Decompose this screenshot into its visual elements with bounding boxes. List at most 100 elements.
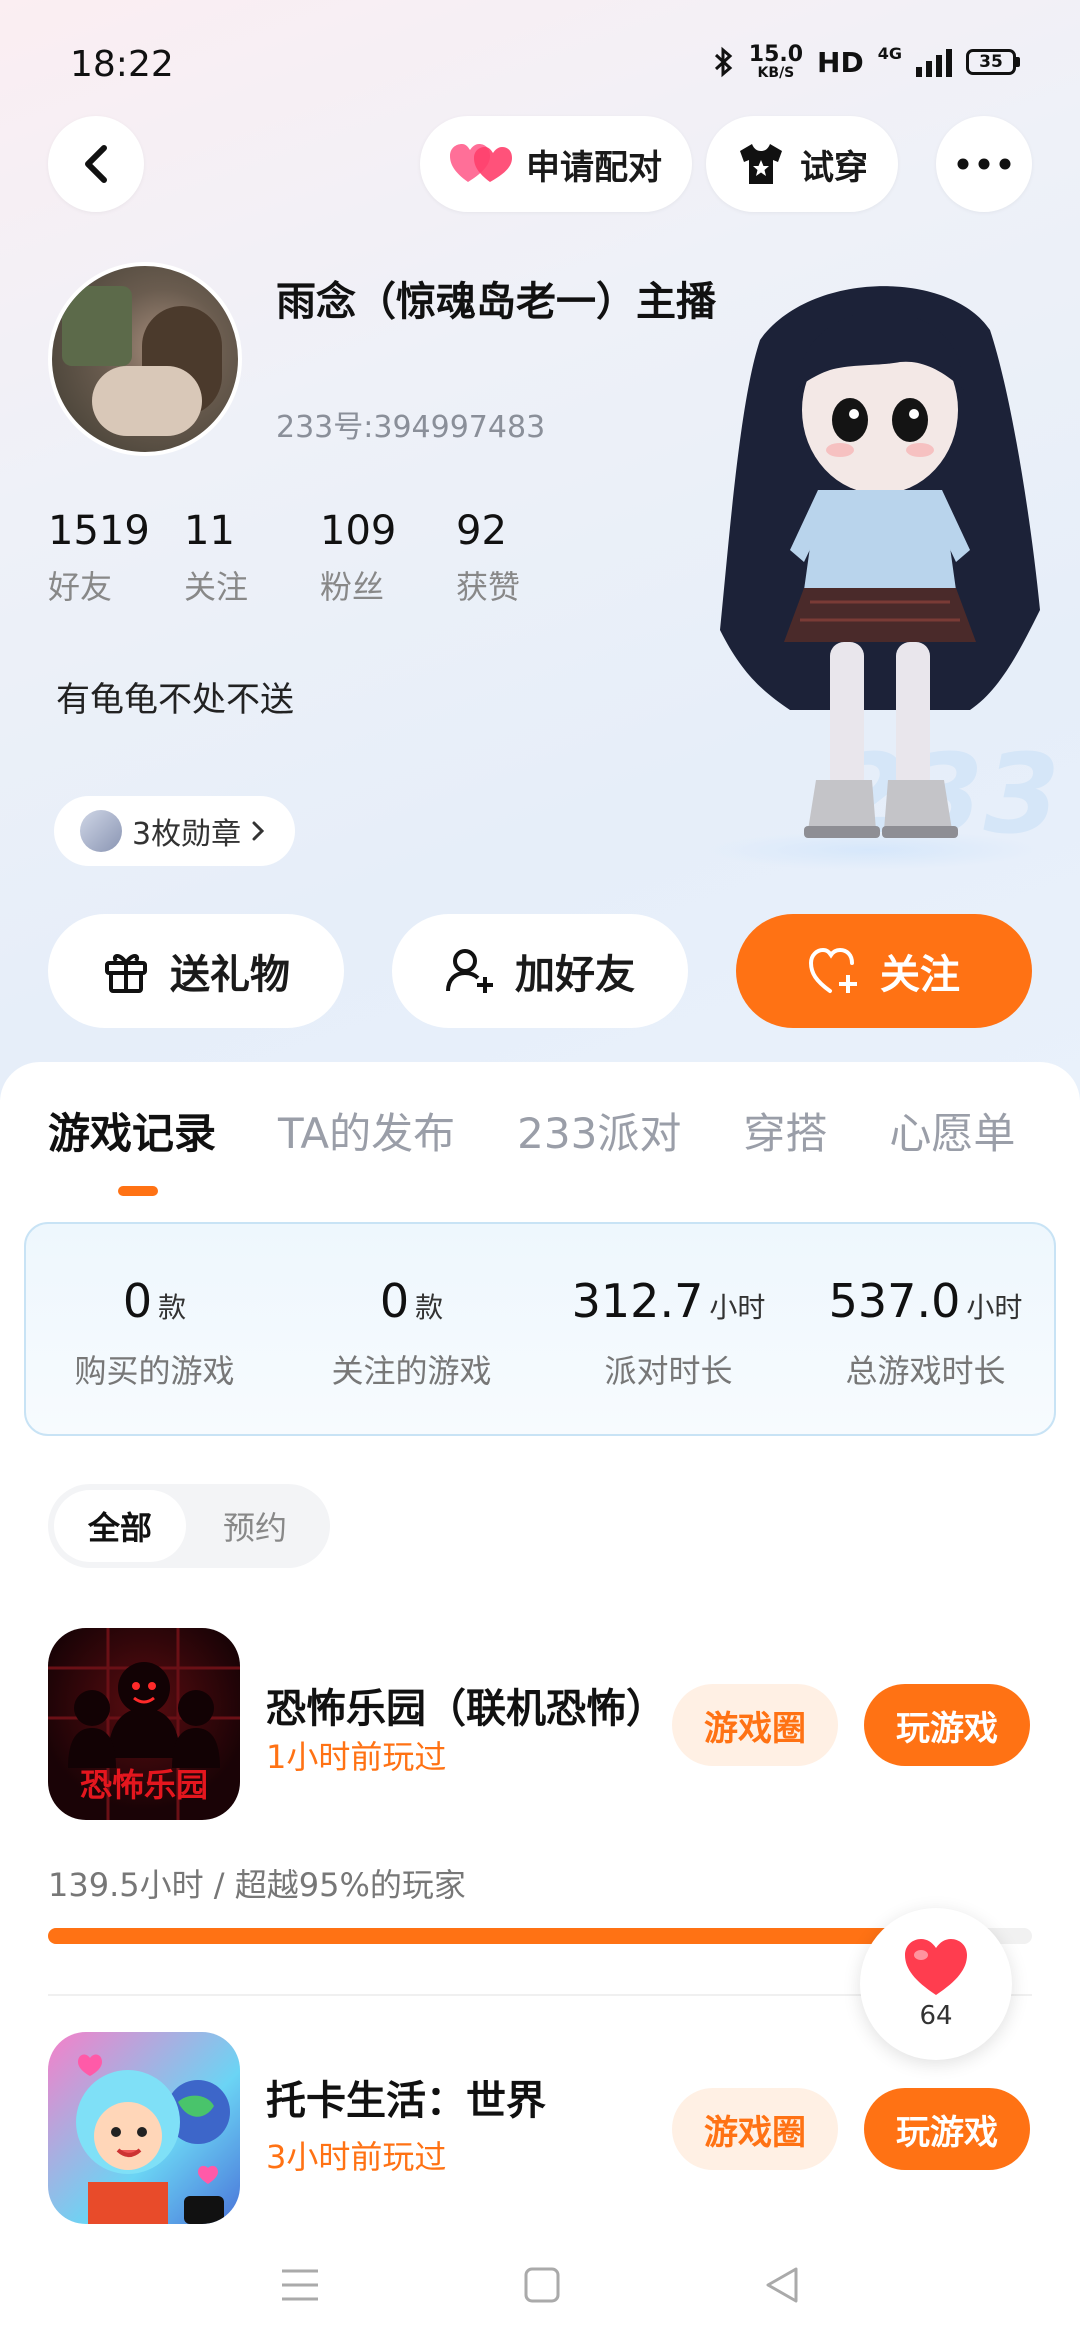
bio: 有龟龟不处不送 xyxy=(56,680,294,720)
horror-park-art: 恐怖乐园 xyxy=(48,1628,240,1820)
summary-label: 购买的游戏 xyxy=(74,1352,235,1390)
user-id[interactable]: 233号:394997483 xyxy=(276,402,545,446)
add-friend-button[interactable]: 加好友 xyxy=(392,914,688,1028)
more-button[interactable] xyxy=(936,116,1032,212)
game-title: 恐怖乐园（联机恐怖） xyxy=(266,1686,666,1732)
summary-unit: 款 xyxy=(415,1291,444,1324)
summary-number: 312.7 xyxy=(571,1274,704,1328)
like-count: 64 xyxy=(919,2001,953,2031)
add-friend-label: 加好友 xyxy=(515,952,635,998)
filter-segment: 全部 预约 xyxy=(48,1484,330,1568)
battery-icon: 35 xyxy=(966,49,1020,75)
signal-icon xyxy=(916,47,952,77)
summary-unit: 款 xyxy=(158,1291,187,1324)
tab-wishlist[interactable]: 心愿单 xyxy=(889,1100,1015,1161)
summary-number: 0 xyxy=(122,1274,153,1328)
game-title: 托卡生活：世界 xyxy=(266,2078,546,2124)
pair-request-button[interactable]: 申请配对 xyxy=(420,116,692,212)
like-floating-button[interactable]: 64 xyxy=(860,1908,1012,2060)
status-icons: 15.0 KB/S HD 4G 35 xyxy=(713,44,1020,80)
speed-unit: KB/S xyxy=(757,65,795,81)
speed-value: 15.0 xyxy=(748,42,804,67)
bluetooth-icon xyxy=(714,46,733,78)
badge-label: 3枚勋章 xyxy=(132,817,242,852)
tab-party[interactable]: 233派对 xyxy=(517,1100,681,1161)
summary-followed[interactable]: 0款 关注的游戏 xyxy=(283,1224,540,1434)
stat-following[interactable]: 11 关注 xyxy=(184,508,320,608)
game-list-item[interactable]: 恐怖乐园 恐怖乐园（联机恐怖） 1小时前玩过 游戏圈 玩游戏 xyxy=(48,1628,1038,1820)
stat-friends[interactable]: 1519 好友 xyxy=(48,508,184,608)
status-time: 18:22 xyxy=(70,44,174,85)
horror-park-logo-text: 恐怖乐园 xyxy=(80,1766,208,1804)
heart-icon xyxy=(905,1939,967,1995)
summary-purchased[interactable]: 0款 购买的游戏 xyxy=(26,1224,283,1434)
summary-unit: 小时 xyxy=(966,1291,1023,1324)
summary-number: 0 xyxy=(379,1274,410,1328)
double-heart-icon xyxy=(450,144,512,182)
game-list-item[interactable]: 托卡生活：世界 3小时前玩过 游戏圈 玩游戏 xyxy=(48,2032,1038,2224)
avatar-character[interactable] xyxy=(700,270,1060,890)
playtime-text: 139.5小时 / 超越95%的玩家 xyxy=(48,1866,466,1904)
medal-icon xyxy=(80,810,122,852)
profile-stats: 1519 好友 11 关注 109 粉丝 92 获赞 xyxy=(48,508,592,608)
play-game-button[interactable]: 玩游戏 xyxy=(864,1684,1030,1766)
back-button[interactable] xyxy=(48,116,144,212)
send-gift-label: 送礼物 xyxy=(170,952,290,998)
stat-number: 109 xyxy=(320,508,397,554)
try-on-label: 试穿 xyxy=(800,147,868,188)
send-gift-button[interactable]: 送礼物 xyxy=(48,914,344,1028)
chevron-left-icon xyxy=(85,145,107,183)
play-game-button[interactable]: 玩游戏 xyxy=(864,2088,1030,2170)
stat-number: 11 xyxy=(184,508,235,554)
game-icon-toca-life[interactable] xyxy=(48,2032,240,2224)
status-bar: 18:22 15.0 KB/S HD 4G 35 xyxy=(0,0,1080,120)
summary-total-time[interactable]: 537.0 小时 总游戏时长 xyxy=(797,1224,1054,1434)
tab-outfits[interactable]: 穿搭 xyxy=(743,1100,827,1161)
hd-indicator: HD xyxy=(817,45,864,79)
back-nav-icon[interactable] xyxy=(762,2265,802,2305)
home-icon[interactable] xyxy=(522,2265,562,2305)
menu-icon[interactable] xyxy=(278,2267,322,2303)
badge-button[interactable]: 3枚勋章 xyxy=(54,796,296,866)
summary-label: 总游戏时长 xyxy=(845,1352,1006,1390)
tab-posts[interactable]: TA的发布 xyxy=(278,1100,455,1161)
summary-unit: 小时 xyxy=(709,1291,766,1324)
summary-number: 537.0 xyxy=(828,1274,961,1328)
game-summary-card: 0款 购买的游戏 0款 关注的游戏 312.7 小时 派对时长 537.0 小时 总… xyxy=(24,1222,1056,1436)
filter-all[interactable]: 全部 xyxy=(54,1490,186,1562)
try-on-button[interactable]: 试穿 xyxy=(706,116,898,212)
summary-label: 关注的游戏 xyxy=(331,1352,492,1390)
follow-label: 关注 xyxy=(880,952,960,998)
system-nav-bar xyxy=(0,2230,1080,2340)
network-speed: 15.0 KB/S xyxy=(748,42,804,81)
heart-plus-icon xyxy=(808,947,857,993)
stat-label: 好友 xyxy=(48,568,113,606)
last-played: 1小时前玩过 xyxy=(266,1738,447,1776)
avatar[interactable] xyxy=(48,262,242,456)
game-icon-horror-park[interactable]: 恐怖乐园 xyxy=(48,1628,240,1820)
summary-party-time[interactable]: 312.7 小时 派对时长 xyxy=(540,1224,797,1434)
stat-fans[interactable]: 109 粉丝 xyxy=(320,508,456,608)
stat-label: 获赞 xyxy=(456,568,521,606)
tab-game-records[interactable]: 游戏记录 xyxy=(48,1100,216,1161)
tab-indicator xyxy=(118,1186,158,1196)
stat-label: 关注 xyxy=(184,568,249,606)
stat-label: 粉丝 xyxy=(320,568,385,606)
tab-bar: 游戏记录 TA的发布 233派对 穿搭 心愿单 xyxy=(48,1100,1077,1161)
chevron-right-icon xyxy=(252,821,265,841)
stat-likes[interactable]: 92 获赞 xyxy=(456,508,592,608)
add-user-icon xyxy=(446,949,493,993)
more-icon xyxy=(957,158,1011,170)
filter-reserve[interactable]: 预约 xyxy=(186,1490,324,1562)
game-circle-button[interactable]: 游戏圈 xyxy=(672,2088,838,2170)
playtime-progress-fill xyxy=(48,1928,983,1944)
stat-number: 1519 xyxy=(48,508,150,554)
battery-level: 35 xyxy=(966,49,1016,75)
game-circle-button[interactable]: 游戏圈 xyxy=(672,1684,838,1766)
summary-label: 派对时长 xyxy=(604,1352,733,1390)
toca-life-art xyxy=(76,2054,230,2224)
last-played: 3小时前玩过 xyxy=(266,2138,447,2176)
stat-number: 92 xyxy=(456,508,507,554)
follow-button[interactable]: 关注 xyxy=(736,914,1032,1028)
gift-icon xyxy=(105,954,147,993)
